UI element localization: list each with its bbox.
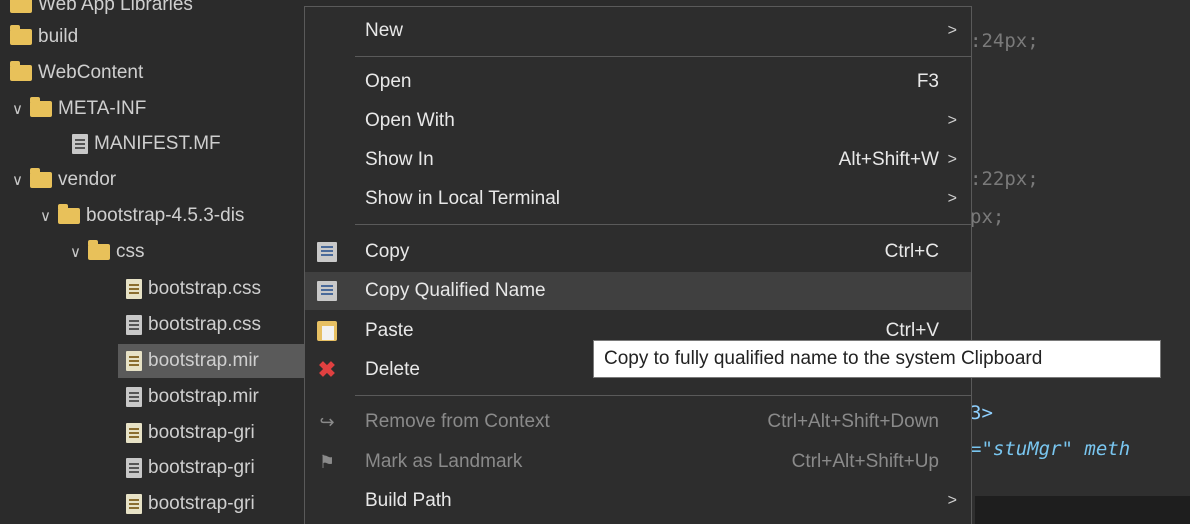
- css-file-icon: [126, 493, 142, 514]
- tree-item-label: bootstrap.css: [148, 278, 261, 299]
- tree-item-label: bootstrap-gri: [148, 493, 255, 514]
- menu-separator: [355, 395, 971, 396]
- copy-qualified-icon: [317, 281, 337, 301]
- tree-item-manifest[interactable]: MANIFEST.MF: [72, 127, 221, 161]
- tree-item-file[interactable]: bootstrap-gri: [126, 451, 255, 485]
- tree-item-bootstrap-dist[interactable]: ∨ bootstrap-4.5.3-dis: [40, 199, 244, 233]
- tree-item-file[interactable]: bootstrap.css: [126, 272, 261, 306]
- tooltip: Copy to fully qualified name to the syst…: [593, 340, 1161, 378]
- tree-item-label: Web App Libraries: [38, 0, 193, 15]
- chevron-down-icon[interactable]: ∨: [12, 164, 30, 198]
- css-file-icon: [126, 350, 142, 371]
- chevron-down-icon[interactable]: ∨: [12, 93, 30, 127]
- tree-item-css[interactable]: ∨ css: [70, 235, 145, 269]
- delete-icon: ✖: [317, 357, 337, 382]
- landmark-icon: ⚑: [318, 452, 336, 472]
- folder-icon: [30, 167, 52, 188]
- menu-separator: [355, 224, 971, 225]
- chevron-right-icon: >: [947, 492, 957, 509]
- tree-item-label: META-INF: [58, 98, 147, 119]
- editor-status-strip: [975, 496, 1190, 524]
- menu-item-build-path[interactable]: Build Path >: [305, 482, 971, 520]
- menu-item-label: Paste: [365, 320, 414, 341]
- menu-item-label: Remove from Context: [365, 411, 550, 432]
- menu-item-label: Open With: [365, 110, 455, 131]
- file-icon: [72, 133, 88, 154]
- tree-item-build[interactable]: build: [10, 20, 78, 54]
- tree-item-webcontent[interactable]: WebContent: [10, 56, 143, 90]
- library-icon: [10, 0, 32, 13]
- remove-context-icon: ↪: [319, 412, 335, 432]
- chevron-right-icon: >: [947, 22, 957, 39]
- tree-item-label: bootstrap-gri: [148, 457, 255, 478]
- css-file-icon: [126, 314, 142, 335]
- menu-item-open-with[interactable]: Open With >: [305, 102, 971, 140]
- menu-item-new[interactable]: New >: [305, 12, 971, 50]
- chevron-right-icon: >: [947, 112, 957, 129]
- menu-separator: [355, 56, 971, 57]
- menu-item-show-in-local-terminal[interactable]: Show in Local Terminal >: [305, 180, 971, 218]
- tree-item-file[interactable]: bootstrap-gri: [126, 487, 255, 521]
- folder-icon: [88, 239, 110, 260]
- menu-item-mark-as-landmark: ⚑ Mark as Landmark Ctrl+Alt+Shift+Up: [305, 443, 971, 481]
- folder-icon: [10, 24, 32, 45]
- css-file-icon: [126, 278, 142, 299]
- menu-item-shortcut: F3: [916, 71, 939, 92]
- tree-item-label: bootstrap-4.5.3-dis: [86, 205, 245, 226]
- tree-item-label: WebContent: [38, 62, 144, 83]
- tree-item-vendor[interactable]: ∨ vendor: [12, 163, 116, 197]
- tree-item-label: bootstrap.mir: [148, 386, 259, 407]
- menu-item-shortcut: Ctrl+Alt+Shift+Down: [767, 411, 939, 432]
- menu-item-copy[interactable]: Copy Ctrl+C: [305, 233, 971, 271]
- chevron-right-icon: >: [947, 190, 957, 207]
- menu-item-label: Copy: [365, 241, 410, 262]
- context-menu: New > Open F3 Open With > Show In Alt+Sh…: [304, 6, 972, 524]
- menu-item-show-in[interactable]: Show In Alt+Shift+W >: [305, 141, 971, 179]
- menu-item-label: Show in Local Terminal: [365, 188, 561, 209]
- menu-item-shortcut: Alt+Shift+W: [838, 149, 939, 170]
- folder-icon: [30, 96, 52, 117]
- tree-item-file[interactable]: bootstrap.css: [126, 308, 261, 342]
- folder-icon: [58, 203, 80, 224]
- code-line: :24px;: [970, 30, 1039, 52]
- tree-item-file-selected[interactable]: bootstrap.mir: [126, 344, 259, 378]
- menu-item-label: Copy Qualified Name: [365, 280, 546, 301]
- menu-item-shortcut: Ctrl+C: [884, 241, 939, 262]
- menu-item-open[interactable]: Open F3: [305, 63, 971, 101]
- tree-item-label: vendor: [58, 169, 117, 190]
- css-file-icon: [126, 386, 142, 407]
- css-file-icon: [126, 457, 142, 478]
- code-line: :22px;: [970, 168, 1039, 190]
- paste-icon: [317, 321, 337, 341]
- tree-item-web-app-libraries[interactable]: Web App Libraries: [10, 0, 193, 22]
- folder-icon: [10, 60, 32, 81]
- tree-item-label: bootstrap.mir: [148, 350, 259, 371]
- tree-item-label: bootstrap.css: [148, 314, 261, 335]
- chevron-down-icon[interactable]: ∨: [70, 236, 88, 270]
- tree-item-label: css: [116, 241, 145, 262]
- tree-item-label: bootstrap-gri: [148, 422, 255, 443]
- menu-item-copy-qualified-name[interactable]: Copy Qualified Name: [305, 272, 971, 310]
- tree-item-meta-inf[interactable]: ∨ META-INF: [12, 92, 146, 126]
- menu-item-label: Open: [365, 71, 412, 92]
- menu-item-label: Show In: [365, 149, 434, 170]
- code-line: 3>: [970, 402, 993, 424]
- menu-item-label: Delete: [365, 359, 420, 380]
- copy-icon: [317, 242, 337, 262]
- tree-item-label: MANIFEST.MF: [94, 133, 221, 154]
- tree-item-label: build: [38, 26, 79, 47]
- menu-item-label: Mark as Landmark: [365, 451, 523, 472]
- code-line: px;: [970, 206, 1005, 228]
- menu-item-shortcut: Ctrl+Alt+Shift+Up: [791, 451, 939, 472]
- css-file-icon: [126, 422, 142, 443]
- chevron-right-icon: >: [947, 151, 957, 168]
- menu-item-remove-from-context: ↪ Remove from Context Ctrl+Alt+Shift+Dow…: [305, 403, 971, 441]
- menu-item-label: New: [365, 20, 404, 41]
- tree-item-file[interactable]: bootstrap.mir: [126, 380, 259, 414]
- code-line: ="stuMgr" meth: [970, 438, 1131, 460]
- chevron-down-icon[interactable]: ∨: [40, 200, 58, 234]
- tree-item-file[interactable]: bootstrap-gri: [126, 416, 255, 450]
- menu-item-label: Build Path: [365, 490, 452, 511]
